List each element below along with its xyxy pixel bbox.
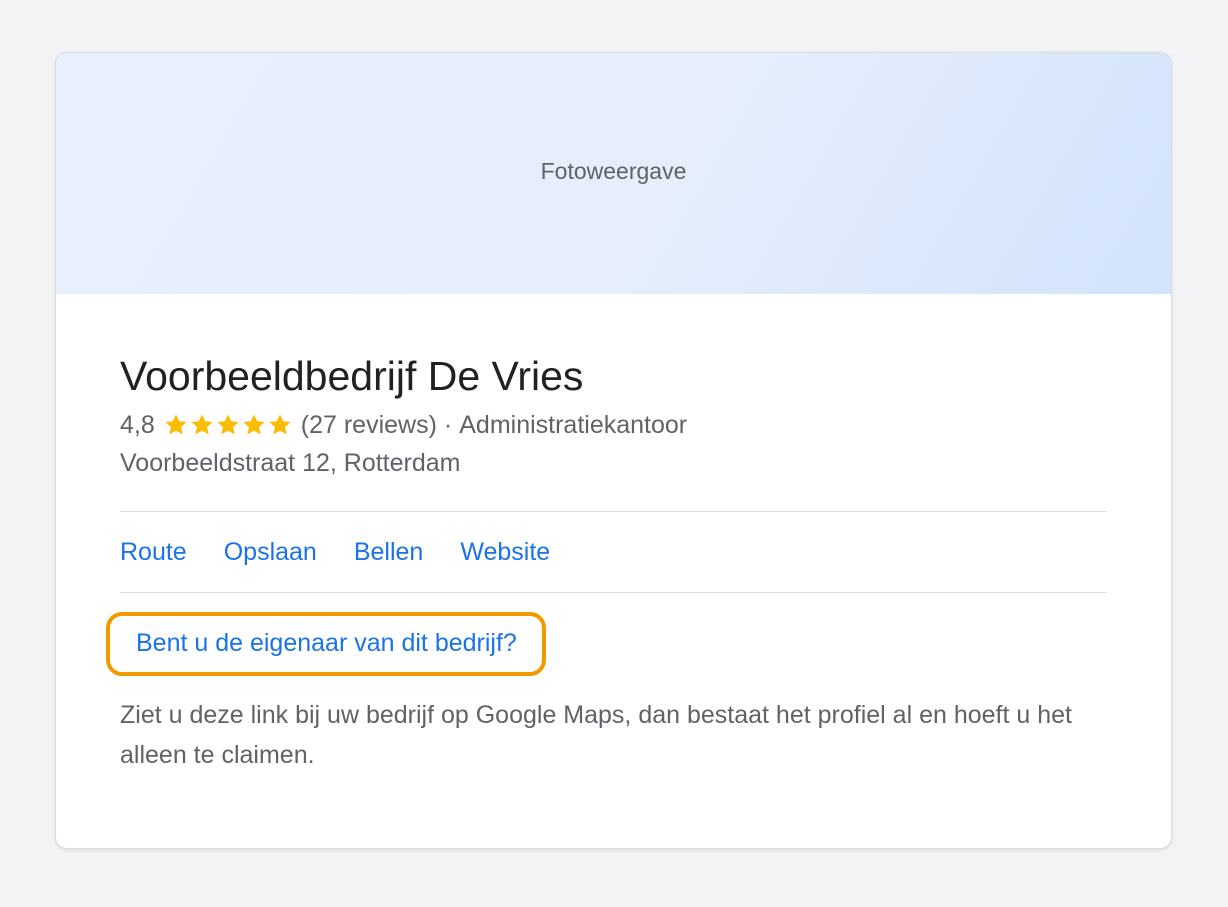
star-rating [163, 412, 293, 438]
star-icon [191, 414, 213, 435]
business-address: Voorbeeldstraat 12, Rotterdam [120, 449, 461, 477]
business-category: Administratiekantoor [459, 411, 688, 439]
claim-explanation: Ziet u deze link bij uw bedrijf op Googl… [120, 701, 1072, 769]
website-button[interactable]: Website [460, 536, 550, 568]
separator: · [443, 411, 453, 439]
star-icon [165, 414, 187, 435]
business-info: Voorbeeldbedrijf De Vries 4,8 (27 review… [56, 351, 1171, 775]
rating-value: 4,8 [120, 411, 155, 439]
divider [120, 592, 1107, 593]
save-button[interactable]: Opslaan [224, 536, 317, 568]
business-name: Voorbeeldbedrijf De Vries [120, 353, 584, 399]
star-icon [269, 414, 291, 435]
action-bar: Route Opslaan Bellen Website [120, 512, 1107, 592]
photo-label: Fotoweergave [540, 158, 687, 184]
business-card: Fotoweergave Voorbeeldbedrijf De Vries 4… [55, 52, 1172, 849]
star-icon [217, 414, 239, 435]
photo-placeholder[interactable]: Fotoweergave [56, 53, 1171, 294]
claim-business-link[interactable]: Bent u de eigenaar van dit bedrijf? [136, 629, 517, 657]
review-count[interactable]: (27 reviews) [301, 409, 437, 441]
rating-line: 4,8 (27 reviews) · Administratiekantoor [120, 409, 1107, 441]
star-icon [243, 414, 265, 435]
call-button[interactable]: Bellen [354, 536, 424, 568]
route-button[interactable]: Route [120, 536, 187, 568]
claim-highlight: Bent u de eigenaar van dit bedrijf? [106, 612, 546, 676]
